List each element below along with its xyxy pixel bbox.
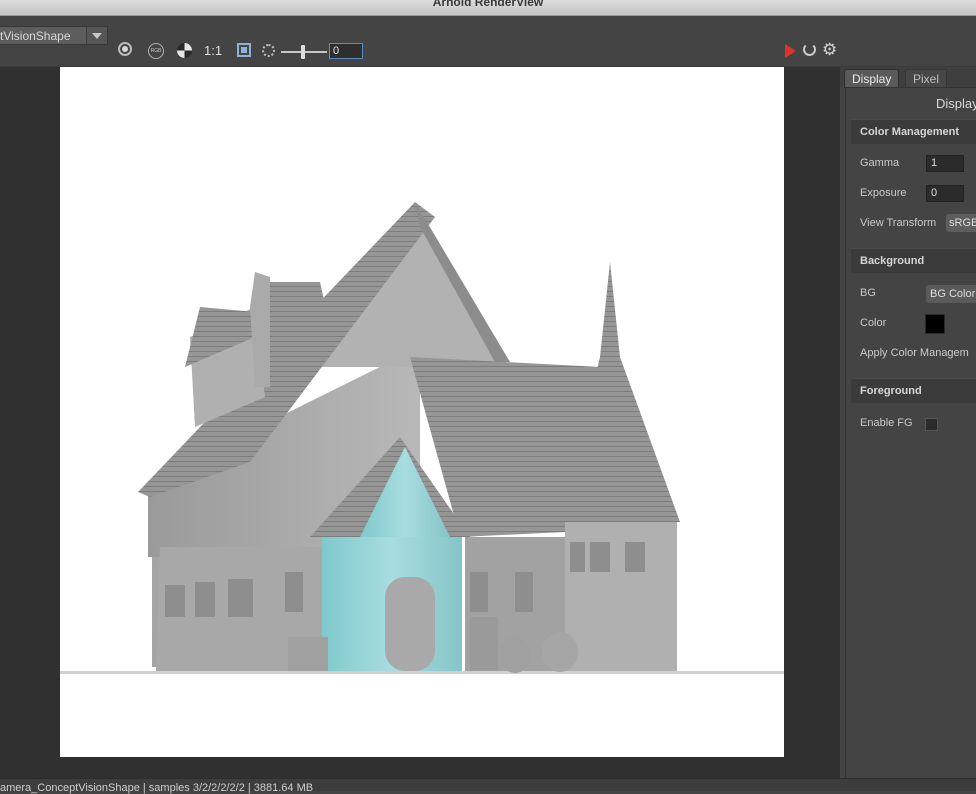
gamma-label: Gamma bbox=[860, 157, 900, 169]
apply-color-management-label: Apply Color Managem bbox=[860, 347, 969, 359]
rendered-house-image bbox=[60, 202, 784, 757]
rgb-channel-icon[interactable]: RGB bbox=[148, 43, 164, 61]
exposure-slider-handle[interactable] bbox=[301, 45, 305, 59]
viewport-margin-bottom bbox=[60, 757, 784, 778]
view-transform-label: View Transform bbox=[860, 217, 937, 229]
bg-label: BG bbox=[860, 287, 876, 299]
panel-tabbar: Display Pixel bbox=[840, 67, 976, 88]
frame-region-icon[interactable] bbox=[237, 43, 251, 61]
tab-pixel[interactable]: Pixel bbox=[905, 69, 948, 88]
section-header: Background bbox=[860, 255, 925, 267]
window-titlebar: Arnold RenderView bbox=[0, 0, 976, 16]
viewport-margin-left bbox=[0, 67, 60, 778]
section-background[interactable]: Background bbox=[851, 248, 976, 273]
window-title: Arnold RenderView bbox=[432, 0, 544, 9]
tab-display[interactable]: Display bbox=[844, 69, 900, 88]
refresh-icon[interactable] bbox=[803, 43, 816, 56]
viewport-margin-right bbox=[784, 67, 840, 778]
enable-fg-checkbox[interactable] bbox=[925, 418, 938, 431]
play-icon[interactable] bbox=[785, 44, 796, 58]
aperture-icon[interactable] bbox=[262, 44, 275, 62]
panel-title: Display bbox=[936, 96, 976, 111]
camera-dropdown-label: tVisionShape bbox=[0, 29, 71, 43]
view-transform-dropdown[interactable]: sRGB bbox=[946, 214, 976, 232]
section-foreground[interactable]: Foreground bbox=[851, 378, 976, 403]
color-label: Color bbox=[860, 317, 887, 329]
camera-dropdown[interactable]: tVisionShape bbox=[0, 26, 108, 45]
exposure-field[interactable]: 0 bbox=[926, 185, 964, 202]
exposure-input[interactable]: 0 bbox=[329, 43, 363, 59]
status-bar: amera_ConceptVisionShape | samples 3/2/2… bbox=[0, 778, 976, 794]
chevron-down-icon[interactable] bbox=[86, 27, 107, 44]
section-header: Foreground bbox=[860, 385, 922, 397]
zoom-ratio-button[interactable]: 1:1 bbox=[204, 43, 222, 61]
display-toggle-icon[interactable] bbox=[177, 43, 192, 61]
bg-mode-dropdown[interactable]: BG Color bbox=[926, 285, 976, 303]
render-viewport[interactable] bbox=[60, 67, 784, 757]
light-bulb-icon[interactable] bbox=[118, 42, 132, 60]
section-color-management[interactable]: Color Management bbox=[851, 119, 976, 144]
gear-icon[interactable]: ⚙ bbox=[822, 41, 837, 59]
exposure-label: Exposure bbox=[860, 187, 907, 199]
status-text: amera_ConceptVisionShape | samples 3/2/2… bbox=[0, 782, 314, 794]
bg-color-swatch[interactable] bbox=[925, 314, 945, 334]
gamma-field[interactable]: 1 bbox=[926, 155, 964, 172]
section-header: Color Management bbox=[860, 126, 960, 138]
enable-fg-label: Enable FG bbox=[860, 417, 913, 429]
